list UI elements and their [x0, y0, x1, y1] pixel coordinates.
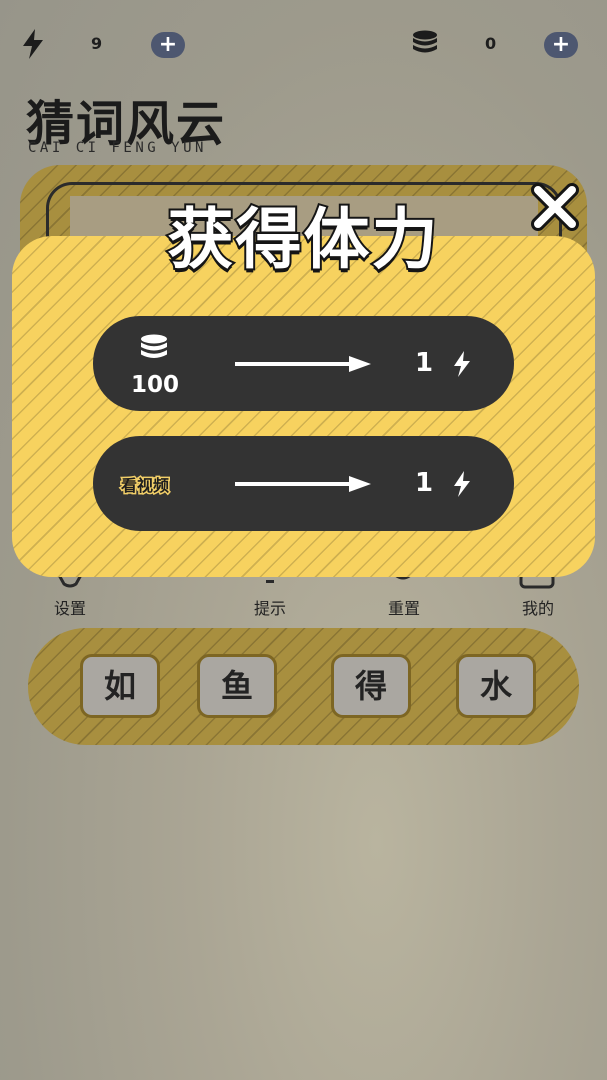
reset-button[interactable]: 重置: [364, 590, 444, 619]
bolt-icon: [454, 351, 470, 377]
coin-count: 0: [485, 34, 497, 53]
settings-button[interactable]: 设置: [30, 590, 110, 619]
dialog-title: 获得体力: [166, 199, 440, 280]
close-icon[interactable]: [528, 180, 582, 234]
add-coins-button[interactable]: +: [544, 32, 578, 58]
coins-icon: [141, 334, 167, 358]
energy-bolt-icon: [23, 29, 43, 59]
word-tile[interactable]: 水: [456, 654, 536, 718]
arrow-icon: [235, 476, 371, 492]
settings-label: 设置: [53, 599, 86, 618]
buy-energy-with-coins-button[interactable]: 100 1: [93, 316, 514, 411]
add-energy-button[interactable]: +: [151, 32, 185, 58]
profile-label: 我的: [521, 599, 554, 618]
energy-reward: 1: [415, 348, 434, 378]
arrow-icon: [235, 356, 371, 372]
game-subtitle: CAI CI FENG YUN: [28, 140, 207, 156]
profile-button[interactable]: 我的: [498, 590, 578, 619]
word-tile[interactable]: 鱼: [197, 654, 277, 718]
watch-video-label: 看视频: [119, 475, 170, 497]
word-tile[interactable]: 如: [80, 654, 160, 718]
word-tile[interactable]: 得: [331, 654, 411, 718]
energy-count: 9: [91, 34, 103, 53]
hint-button[interactable]: 提示: [230, 590, 310, 619]
coin-cost: 100: [130, 372, 179, 398]
coins-icon: [413, 30, 437, 53]
bolt-icon: [454, 471, 470, 497]
energy-reward: 1: [415, 468, 434, 498]
reset-label: 重置: [387, 599, 420, 618]
watch-video-for-energy-button[interactable]: 看视频 1: [93, 436, 514, 531]
hint-label: 提示: [253, 599, 286, 618]
